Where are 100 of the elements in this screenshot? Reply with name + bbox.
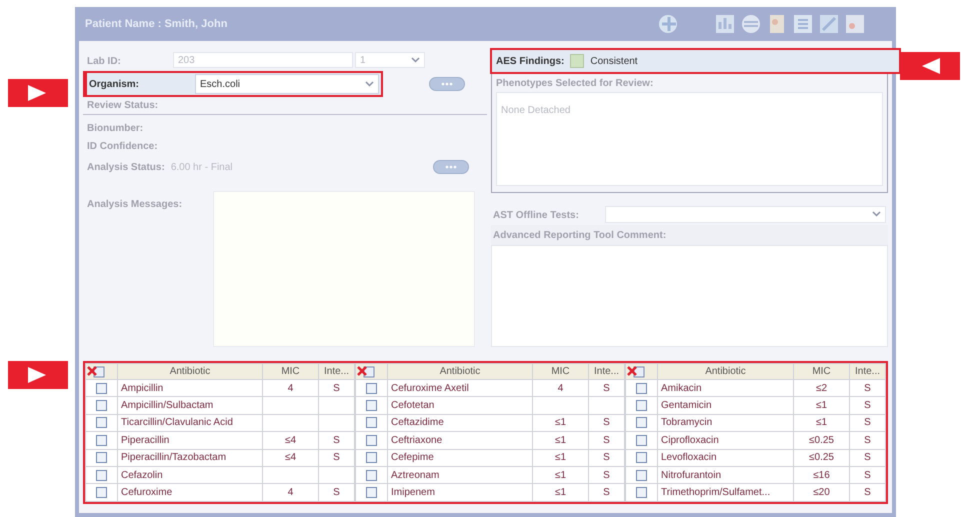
- checkbox[interactable]: [96, 470, 107, 480]
- table-cell: Cefepime: [388, 449, 532, 466]
- table-cell: ≤0.25: [794, 432, 850, 450]
- table-cell: S: [588, 484, 624, 502]
- table-cell: ≤1: [532, 484, 588, 502]
- checkbox[interactable]: [636, 382, 647, 394]
- table-cell: Levofloxacin: [658, 449, 794, 466]
- checkbox[interactable]: [636, 417, 647, 428]
- table-cell: S: [588, 380, 624, 397]
- checkbox[interactable]: [636, 434, 647, 446]
- checkbox[interactable]: [366, 434, 377, 446]
- table-cell: [532, 396, 588, 414]
- column-header: Inte...: [850, 364, 886, 380]
- analysis-status-value: 6.00 hr - Final: [170, 160, 233, 174]
- checkbox[interactable]: [636, 486, 647, 498]
- table-cell: [262, 396, 318, 414]
- table-cell: S: [318, 380, 354, 397]
- clear-selection-icon[interactable]: [86, 364, 106, 378]
- table-cell: ≤20: [794, 484, 850, 502]
- more-icon: [441, 82, 453, 86]
- pointer-right-icon: [8, 361, 68, 389]
- table-cell: S: [850, 449, 886, 466]
- field-label: Bionumber:: [87, 122, 144, 136]
- table-cell: S: [850, 466, 886, 484]
- field-label: AST Offline Tests:: [493, 210, 579, 221]
- table-cell: Trimethoprim/Sulfamet...: [658, 484, 794, 502]
- table-cell: Ciprofloxacin: [658, 432, 794, 450]
- phenotypes-value: None Detached: [501, 105, 570, 116]
- checkbox[interactable]: [366, 452, 377, 464]
- checkbox[interactable]: [96, 452, 107, 464]
- table-cell: ≤4: [262, 432, 318, 450]
- organism-dropdown[interactable]: Esch.coli: [195, 74, 379, 94]
- table-cell: [262, 466, 318, 484]
- checkbox[interactable]: [96, 382, 107, 394]
- column-header: MIC: [794, 364, 850, 380]
- more-button[interactable]: [433, 160, 469, 174]
- table-cell: S: [850, 432, 886, 450]
- field-label: Advanced Reporting Tool Comment:: [493, 228, 666, 242]
- table-cell: ≤1: [532, 414, 588, 432]
- table-cell: ≤1: [532, 466, 588, 484]
- chevron-down-icon: [411, 57, 420, 63]
- table-cell: S: [588, 432, 624, 450]
- checkbox[interactable]: [366, 400, 377, 411]
- table-cell: ≤4: [262, 449, 318, 466]
- table-cell: ≤16: [794, 466, 850, 484]
- checkbox[interactable]: [636, 452, 647, 464]
- table-cell: Ticarcillin/Clavulanic Acid: [118, 414, 262, 432]
- checkbox[interactable]: [96, 417, 107, 428]
- checkbox[interactable]: [96, 400, 107, 411]
- table-cell: Amikacin: [658, 380, 794, 397]
- column-header: Antibiotic: [388, 364, 532, 380]
- table-cell: Ceftazidime: [388, 414, 532, 432]
- field-label: Analysis Status:: [87, 160, 165, 174]
- column-header: Antibiotic: [118, 364, 262, 380]
- table-cell: Cefotetan: [388, 396, 532, 414]
- column-header: MIC: [532, 364, 588, 380]
- table-cell: Ceftriaxone: [388, 432, 532, 450]
- table-cell: 4: [262, 380, 318, 397]
- field-label: Organism:: [88, 78, 140, 92]
- table-cell: S: [588, 466, 624, 484]
- table-cell: S: [850, 414, 886, 432]
- chevron-down-icon: [365, 81, 374, 87]
- table-cell: S: [850, 396, 886, 414]
- table-cell: [262, 414, 318, 432]
- checkbox[interactable]: [366, 382, 377, 394]
- pointer-right-icon: [8, 79, 68, 107]
- table-cell: S: [850, 484, 886, 502]
- checkbox[interactable]: [366, 417, 377, 428]
- table-cell: ≤1: [794, 396, 850, 414]
- field-label: Review Status:: [87, 99, 158, 113]
- field-label: Phenotypes Selected for Review:: [496, 76, 654, 90]
- checkbox[interactable]: [366, 470, 377, 480]
- checkbox[interactable]: [96, 486, 107, 498]
- more-button[interactable]: [429, 77, 465, 91]
- table-cell: ≤1: [532, 432, 588, 450]
- column-header: Antibiotic: [658, 364, 794, 380]
- table-cell: S: [850, 380, 886, 397]
- table-cell: S: [588, 449, 624, 466]
- table-cell: S: [318, 484, 354, 502]
- table-cell: 4: [262, 484, 318, 502]
- table-cell: Cefuroxime Axetil: [388, 380, 532, 397]
- field-label: ID Confidence:: [87, 140, 158, 154]
- table-cell: Imipenem: [388, 484, 532, 502]
- table-cell: Nitrofurantoin: [658, 466, 794, 484]
- field-label: AES Findings:: [496, 54, 564, 68]
- table-cell: ≤2: [794, 380, 850, 397]
- table-cell: Piperacillin/Tazobactam: [118, 449, 262, 466]
- table-cell: Gentamicin: [658, 396, 794, 414]
- table-cell: Ampicillin: [118, 380, 262, 397]
- column-header: MIC: [262, 364, 318, 380]
- checkbox[interactable]: [636, 400, 647, 411]
- checkbox[interactable]: [96, 434, 107, 446]
- field-label: Lab ID:: [87, 56, 121, 67]
- table-cell: Ampicillin/Sulbactam: [118, 396, 262, 414]
- table-cell: ≤1: [532, 449, 588, 466]
- clear-selection-icon[interactable]: [626, 364, 646, 378]
- checkbox[interactable]: [636, 470, 647, 480]
- checkbox[interactable]: [366, 486, 377, 498]
- table-cell: ≤0.25: [794, 449, 850, 466]
- clear-selection-icon[interactable]: [356, 364, 376, 378]
